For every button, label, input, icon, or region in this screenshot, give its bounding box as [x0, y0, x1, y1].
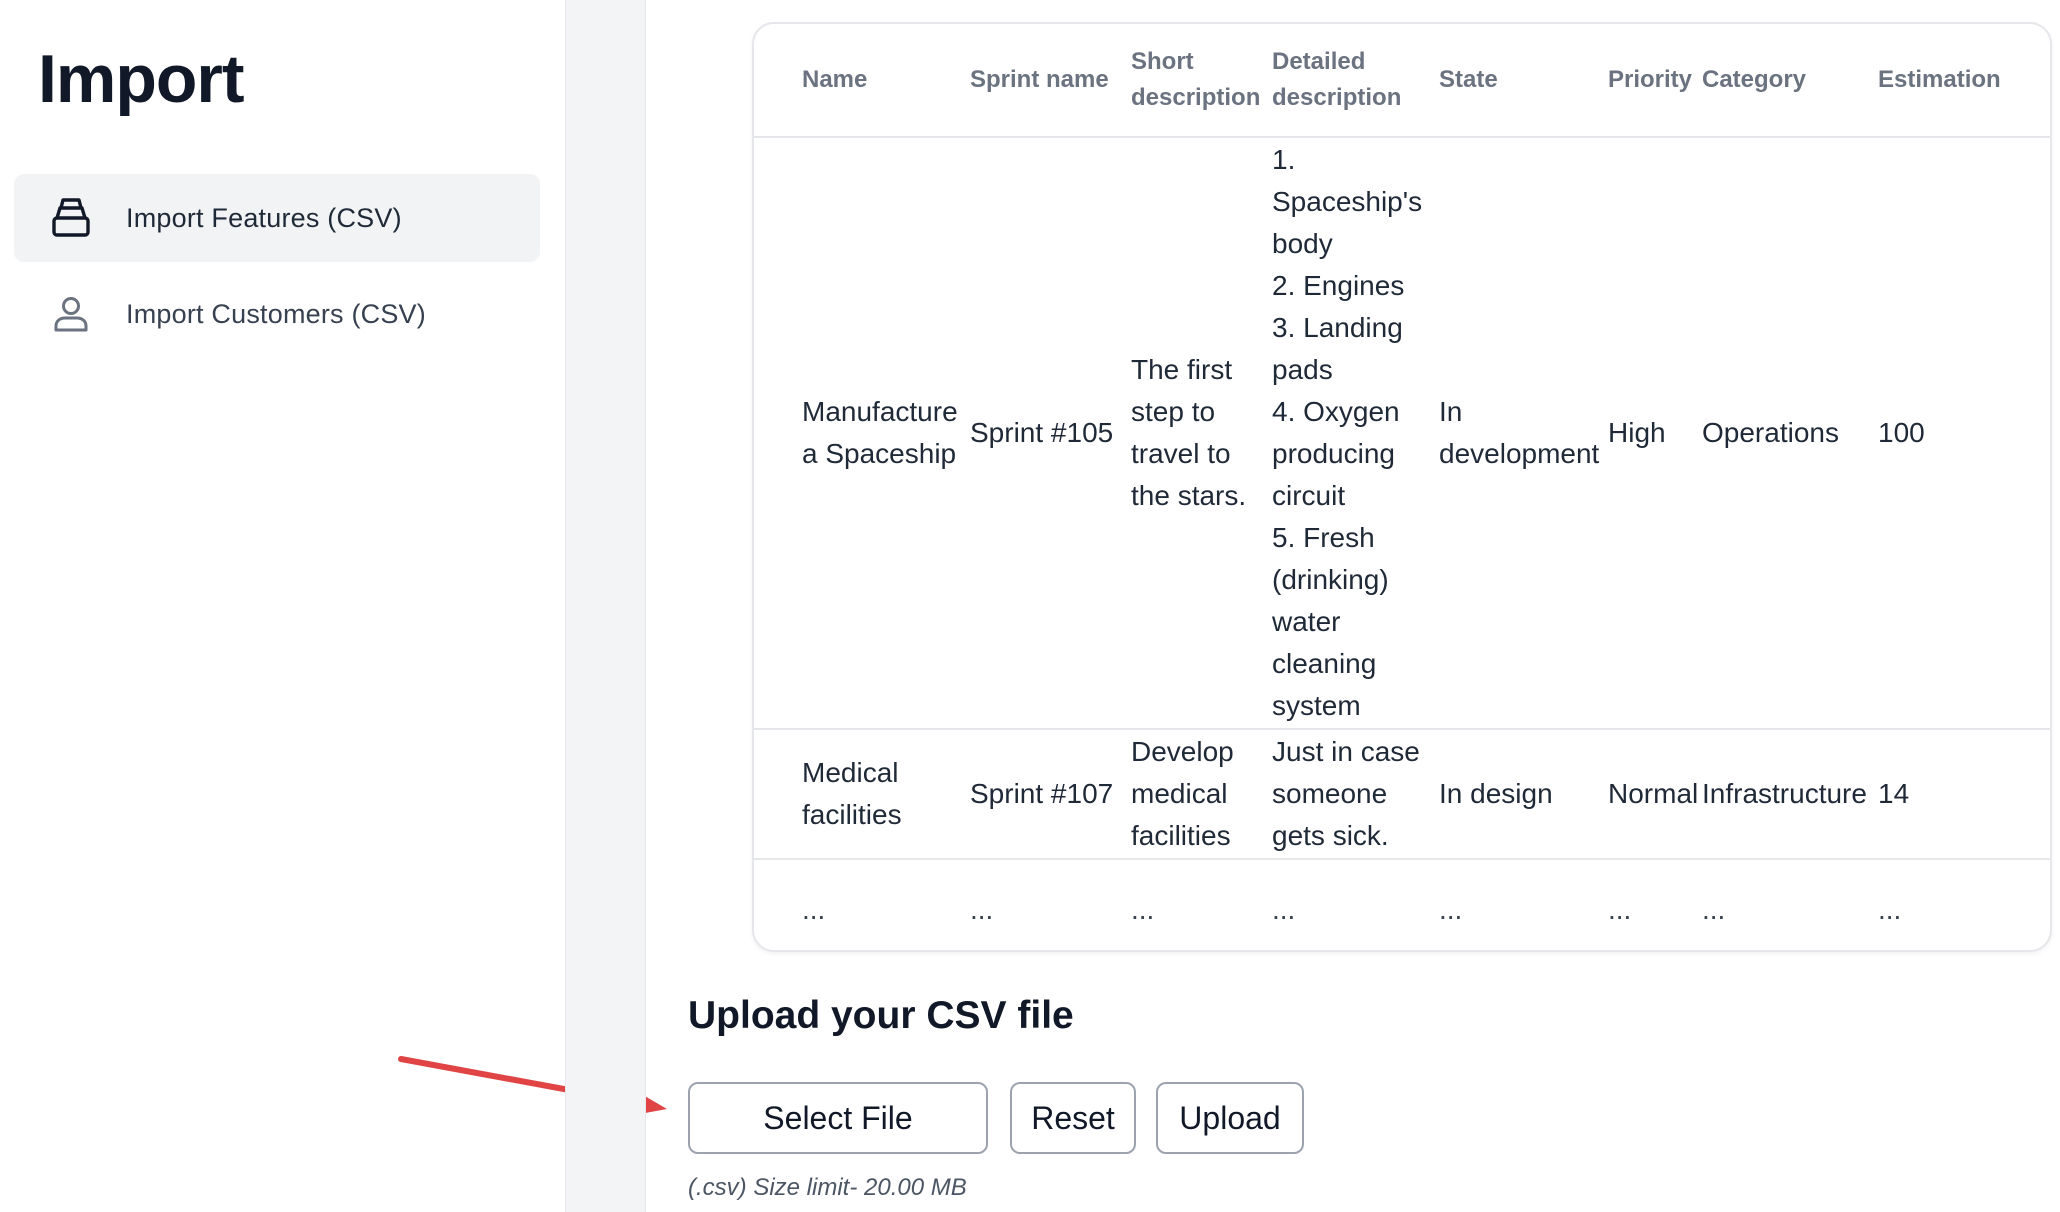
sidebar-item-import-features[interactable]: Import Features (CSV) [14, 174, 540, 262]
cell-detailed-description: Just in case someone gets sick. [1272, 729, 1439, 860]
cell-state: In design [1439, 729, 1608, 860]
user-icon [48, 291, 94, 337]
cell-state: ... [1439, 894, 1463, 925]
sample-csv-table: Name Sprint name Short description Detai… [754, 24, 2050, 950]
file-size-hint: (.csv) Size limit- 20.00 MB [688, 1174, 967, 1201]
column-header-estimation: Estimation [1878, 24, 2050, 138]
main-content: Name Sprint name Short description Detai… [646, 0, 2060, 1212]
cell-estimation: 100 [1878, 137, 2050, 730]
column-header-category: Category [1702, 24, 1878, 138]
column-header-detailed-description: Detailed description [1272, 24, 1439, 138]
column-header-priority: Priority [1608, 24, 1702, 138]
table-header-row: Name Sprint name Short description Detai… [754, 24, 2050, 138]
cell-estimation: ... [1878, 894, 1902, 925]
cell-name: ... [802, 894, 826, 925]
cell-short-description: ... [1131, 894, 1155, 925]
select-file-button[interactable]: Select File [688, 1082, 988, 1154]
cell-short-description: The first step to travel to the stars. [1131, 137, 1272, 730]
cell-name: Medical facilities [754, 729, 970, 860]
cell-category: ... [1702, 894, 1726, 925]
upload-heading: Upload your CSV file [688, 994, 1074, 1037]
column-header-name: Name [754, 24, 970, 138]
page-title: Import [38, 41, 245, 117]
cell-estimation: 14 [1878, 729, 2050, 860]
cell-priority: High [1608, 137, 1702, 730]
sample-table-card: Name Sprint name Short description Detai… [752, 22, 2052, 952]
cell-category: Infrastructure [1702, 729, 1878, 860]
upload-button[interactable]: Upload [1156, 1082, 1304, 1154]
column-header-state: State [1439, 24, 1608, 138]
cell-priority: Normal [1608, 729, 1702, 860]
table-row: Medical facilities Sprint #107 Develop m… [754, 729, 2050, 860]
reset-button[interactable]: Reset [1010, 1082, 1136, 1154]
cell-detailed-description: 1. Spaceship's body 2. Engines 3. Landin… [1272, 137, 1439, 730]
cell-short-description: Develop medical facilities [1131, 729, 1272, 860]
cell-sprint-name: Sprint #107 [970, 729, 1131, 860]
sidebar-divider [565, 0, 646, 1212]
cell-detailed-description: ... [1272, 894, 1296, 925]
column-header-sprint-name: Sprint name [970, 24, 1131, 138]
sidebar: Import Import Features (CSV) Import Cust… [0, 0, 667, 1212]
sidebar-item-label: Import Customers (CSV) [126, 298, 426, 329]
cell-sprint-name: Sprint #105 [970, 137, 1131, 730]
cell-state: In development [1439, 137, 1608, 730]
cell-name: Manufacture a Spaceship [754, 137, 970, 730]
table-row: ... ... ... ... ... ... ... ... [754, 859, 2050, 950]
layers-icon [48, 195, 94, 241]
column-header-short-description: Short description [1131, 24, 1272, 138]
cell-category: Operations [1702, 137, 1878, 730]
sidebar-item-label: Import Features (CSV) [126, 202, 402, 233]
sidebar-item-import-customers[interactable]: Import Customers (CSV) [14, 270, 540, 358]
cell-sprint-name: ... [970, 894, 994, 925]
cell-priority: ... [1608, 894, 1632, 925]
table-row: Manufacture a Spaceship Sprint #105 The … [754, 137, 2050, 730]
